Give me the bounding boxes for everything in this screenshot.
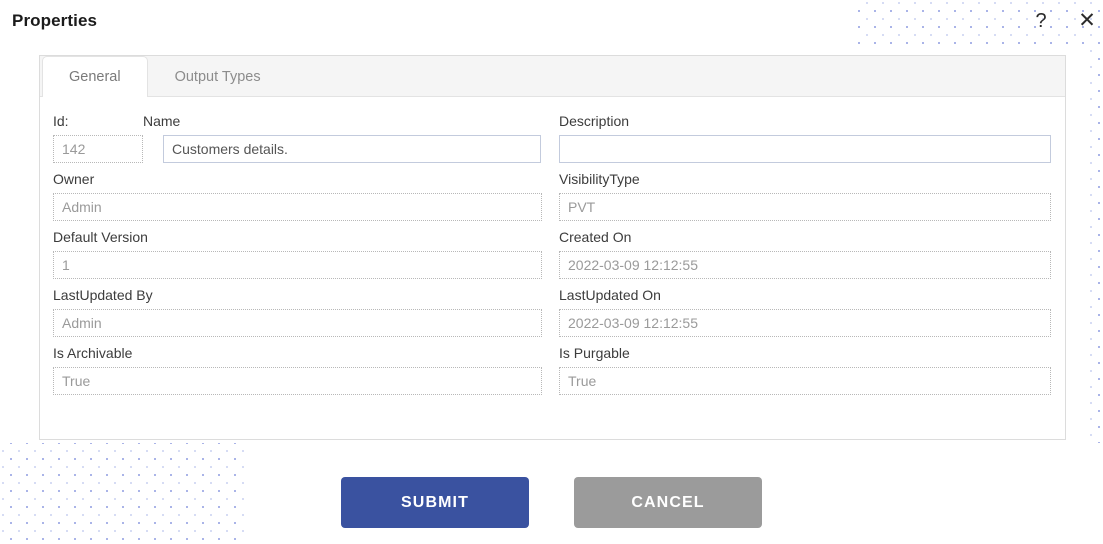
- form-row-2: Owner Admin VisibilityType PVT: [53, 171, 1051, 221]
- submit-button[interactable]: SUBMIT: [341, 477, 529, 528]
- tab-output-types-label: Output Types: [174, 68, 261, 85]
- created-on-input[interactable]: 2022-03-09 12:12:55: [559, 251, 1051, 279]
- tab-general[interactable]: General: [42, 56, 148, 97]
- field-description-label: Description: [559, 113, 630, 129]
- field-last-updated-on-label: LastUpdated On: [559, 287, 661, 303]
- field-id: Id: 142: [53, 113, 143, 163]
- last-updated-by-input[interactable]: Admin: [53, 309, 542, 337]
- page-title: Properties: [12, 11, 98, 30]
- field-last-updated-by-label: LastUpdated By: [53, 287, 153, 303]
- form-column-right: LastUpdated On 2022-03-09 12:12:55: [559, 287, 1051, 337]
- field-id-label: Id:: [53, 113, 69, 129]
- form-column-left: Id: 142 Name Customers details.: [53, 113, 546, 163]
- field-default-version: Default Version 1: [53, 229, 542, 279]
- properties-card: General Output Types Id: 142 Name Custom…: [39, 55, 1066, 440]
- field-is-purgable-label: Is Purgable: [559, 345, 630, 361]
- field-owner-label: Owner: [53, 171, 95, 187]
- is-archivable-input[interactable]: True: [53, 367, 542, 395]
- dialog-footer: SUBMIT CANCEL: [0, 477, 1103, 528]
- field-is-archivable: Is Archivable True: [53, 345, 542, 395]
- field-description: Description: [559, 113, 1051, 163]
- description-input[interactable]: [559, 135, 1051, 163]
- field-name-label: Name: [143, 113, 181, 129]
- default-version-input[interactable]: 1: [53, 251, 542, 279]
- form-column-left: LastUpdated By Admin: [53, 287, 546, 337]
- name-input[interactable]: Customers details.: [163, 135, 541, 163]
- field-default-version-label: Default Version: [53, 229, 148, 245]
- general-tab-panel: Id: 142 Name Customers details. Descript…: [40, 97, 1065, 440]
- visibility-type-input[interactable]: PVT: [559, 193, 1051, 221]
- dialog-header: Properties ? ✕: [0, 0, 1103, 45]
- form-column-left: Is Archivable True: [53, 345, 546, 395]
- form-column-right: Created On 2022-03-09 12:12:55: [559, 229, 1051, 279]
- field-visibility-type-label: VisibilityType: [559, 171, 640, 187]
- form-row-5: Is Archivable True Is Purgable True: [53, 345, 1051, 395]
- field-is-archivable-label: Is Archivable: [53, 345, 133, 361]
- form-column-left: Default Version 1: [53, 229, 546, 279]
- form-column-right: Is Purgable True: [559, 345, 1051, 395]
- tab-general-label: General: [69, 68, 121, 85]
- cancel-button[interactable]: CANCEL: [574, 477, 762, 528]
- form-row-1: Id: 142 Name Customers details. Descript…: [53, 113, 1051, 163]
- tab-output-types[interactable]: Output Types: [148, 56, 288, 96]
- field-is-purgable: Is Purgable True: [559, 345, 1051, 395]
- owner-input[interactable]: Admin: [53, 193, 542, 221]
- id-input[interactable]: 142: [53, 135, 143, 163]
- field-created-on-label: Created On: [559, 229, 632, 245]
- tab-bar: General Output Types: [40, 56, 1065, 97]
- form-row-4: LastUpdated By Admin LastUpdated On 2022…: [53, 287, 1051, 337]
- field-last-updated-on: LastUpdated On 2022-03-09 12:12:55: [559, 287, 1051, 337]
- field-last-updated-by: LastUpdated By Admin: [53, 287, 542, 337]
- form-column-right: Description: [559, 113, 1051, 163]
- field-name: Name Customers details.: [143, 113, 541, 163]
- form-row-3: Default Version 1 Created On 2022-03-09 …: [53, 229, 1051, 279]
- field-visibility-type: VisibilityType PVT: [559, 171, 1051, 221]
- close-icon[interactable]: ✕: [1074, 8, 1100, 34]
- form-column-left: Owner Admin: [53, 171, 546, 221]
- field-owner: Owner Admin: [53, 171, 542, 221]
- form-column-right: VisibilityType PVT: [559, 171, 1051, 221]
- field-created-on: Created On 2022-03-09 12:12:55: [559, 229, 1051, 279]
- last-updated-on-input[interactable]: 2022-03-09 12:12:55: [559, 309, 1051, 337]
- is-purgable-input[interactable]: True: [559, 367, 1051, 395]
- question-mark-icon[interactable]: ?: [1028, 8, 1054, 34]
